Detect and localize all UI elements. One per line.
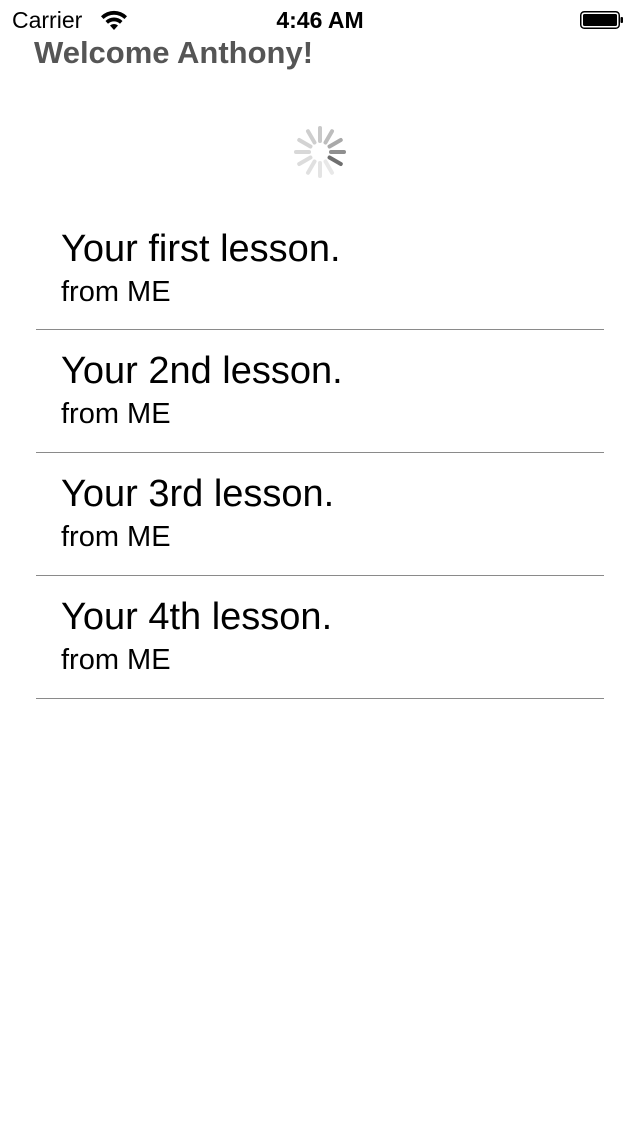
lesson-title: Your 4th lesson.	[61, 596, 333, 638]
lesson-author: from ME	[61, 644, 171, 676]
lesson-author: from ME	[61, 521, 171, 553]
lesson-title: Your 3rd lesson.	[61, 473, 335, 515]
lesson-list: Your first lesson. from ME Your 2nd less…	[36, 208, 604, 699]
app-screen: Carrier 4:46 AM Welcome Anthony! Your fi…	[0, 0, 640, 1136]
lesson-title: Your first lesson.	[61, 228, 341, 270]
lesson-row[interactable]: Your first lesson. from ME	[36, 208, 604, 330]
welcome-title: Welcome Anthony!	[34, 35, 314, 70]
lesson-row[interactable]: Your 2nd lesson. from ME	[36, 330, 604, 453]
lesson-row[interactable]: Your 4th lesson. from ME	[36, 576, 604, 699]
lesson-title: Your 2nd lesson.	[61, 350, 343, 392]
lesson-author: from ME	[61, 398, 171, 430]
status-time: 4:46 AM	[276, 7, 364, 33]
lesson-author: from ME	[61, 276, 171, 308]
lesson-row[interactable]: Your 3rd lesson. from ME	[36, 453, 604, 576]
activity-spinner-icon	[294, 126, 346, 178]
battery-icon	[580, 11, 623, 29]
